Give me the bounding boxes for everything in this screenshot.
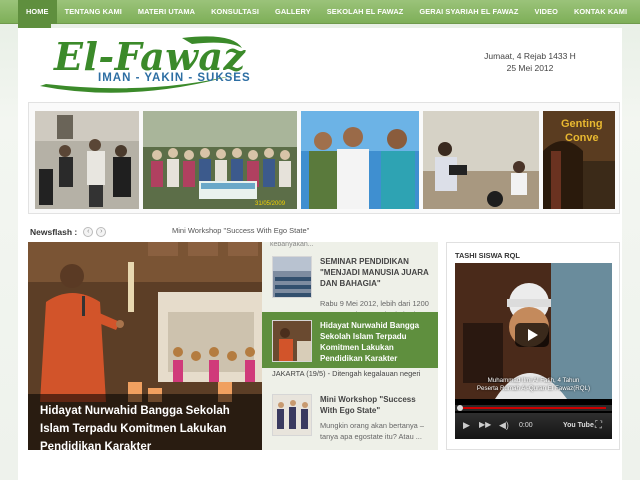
play-icon[interactable]: ▶ [463, 420, 470, 431]
newsflash-text[interactable]: Mini Workshop "Success With Ego State" [172, 226, 309, 235]
video-controls: ▶ ▶▶ ◀) 0:00 You Tube ⛶ [455, 413, 612, 439]
nav-item-materi-utama[interactable]: MATERI UTAMA [130, 0, 203, 24]
top-navigation: HOME TENTANG KAMI MATERI UTAMA KONSULTAS… [0, 0, 640, 24]
video-caption-line-1: Muhammad Ilmi Al Fatih, 4 Tahun [487, 377, 580, 384]
list-item[interactable]: Mini Workshop "Success With Ego State" M… [262, 388, 438, 450]
photo-date-stamp: 31/05/2009 [255, 201, 286, 207]
list-item-active[interactable]: Hidayat Nurwahid Bangga Sekolah Islam Te… [262, 312, 438, 368]
venue-sign-bottom: Conve [565, 132, 599, 144]
date-display: Jumaat, 4 Rejab 1433 H 25 Mei 2012 [470, 50, 590, 74]
nav-item-kontak-kami[interactable]: KONTAK KAMI [566, 0, 635, 24]
site-logo[interactable]: El-Fawaz IMAN - YAKIN - SUKSES [32, 30, 250, 96]
video-caption-line-2: Peserta Rumah Al-Quran El Fawaz(RQL) [476, 385, 591, 392]
newsflash-bar: Newsflash : ‹ › [30, 226, 107, 238]
article-excerpt: JAKARTA (19/5) - Ditengah kegalauan nege… [262, 368, 438, 380]
list-item[interactable]: SEMINAR PENDIDIKAN "MENJADI MANUSIA JUAR… [262, 250, 438, 319]
nav-item-tentang-kami[interactable]: TENTANG KAMI [57, 0, 130, 24]
photo-classroom-icon [423, 111, 539, 209]
video-player[interactable]: Muhammad Ilmi Al Fatih, 4 Tahun Peserta … [455, 263, 612, 439]
photo-group-icon: 31/05/2009 [143, 111, 297, 209]
nav-item-gerai-syariah[interactable]: GERAI SYARIAH EL FAWAZ [411, 0, 526, 24]
seekbar-handle[interactable] [457, 405, 463, 411]
article-excerpt: Mungkin orang akan bertanya – tanya apa … [320, 421, 424, 441]
photo-men-icon [301, 111, 419, 209]
featured-caption[interactable]: Hidayat Nurwahid Bangga Sekolah Islam Te… [28, 394, 262, 450]
photo-venue-icon: Genting Conve [543, 111, 615, 209]
slideshow-photo-3[interactable] [301, 111, 419, 209]
photo-people-icon [35, 111, 139, 209]
thumb-speaker-icon [273, 321, 311, 361]
thumb-workshop-icon [273, 395, 311, 435]
article-title[interactable]: SEMINAR PENDIDIKAN "MENJADI MANUSIA JUAR… [320, 256, 432, 289]
article-title[interactable]: Mini Workshop "Success With Ego State" [320, 394, 432, 416]
newsflash-prev-button[interactable]: ‹ [83, 227, 94, 237]
article-thumbnail[interactable] [272, 394, 312, 436]
article-list-fragment: kebanyakan... [270, 242, 314, 248]
nav-item-konsultasi[interactable]: KONSULTASI [203, 0, 267, 24]
nav-item-home[interactable]: HOME [18, 0, 57, 24]
logo-tagline: IMAN - YAKIN - SUKSES [98, 72, 251, 84]
hijri-date: Jumaat, 4 Rejab 1433 H [484, 51, 576, 61]
photo-slideshow: 31/05/2009 Genting Conve [28, 102, 620, 214]
newsflash-next-button[interactable]: › [96, 227, 107, 237]
article-title[interactable]: Hidayat Nurwahid Bangga Sekolah Islam Te… [320, 320, 432, 364]
volume-icon[interactable]: ◀) [499, 420, 509, 431]
nav-item-sekolah-el-fawaz[interactable]: SEKOLAH EL FAWAZ [319, 0, 412, 24]
slideshow-photo-1[interactable] [35, 111, 139, 209]
slideshow-photo-2[interactable]: 31/05/2009 [143, 111, 297, 209]
youtube-logo[interactable]: You Tube [563, 422, 594, 429]
widget-title: TASHI SISWA RQL [455, 251, 520, 260]
thumb-hall-icon [273, 257, 311, 297]
nav-item-video[interactable]: VIDEO [527, 0, 567, 24]
fullscreen-icon[interactable]: ⛶ [595, 420, 602, 431]
newsflash-label: Newsflash : [30, 227, 78, 237]
article-thumbnail[interactable] [272, 320, 312, 362]
video-frame[interactable]: Muhammad Ilmi Al Fatih, 4 Tahun Peserta … [455, 263, 612, 399]
video-time: 0:00 [519, 422, 533, 429]
article-list: kebanyakan... SEMINAR PENDIDIKAN "MENJAD… [262, 242, 438, 450]
article-thumbnail[interactable] [272, 256, 312, 298]
gregorian-date: 25 Mei 2012 [506, 63, 554, 73]
featured-story[interactable]: Hidayat Nurwahid Bangga Sekolah Islam Te… [28, 242, 262, 450]
nav-item-gallery[interactable]: GALLERY [267, 0, 319, 24]
venue-sign-top: Genting [561, 118, 603, 130]
skip-icon[interactable]: ▶▶ [479, 420, 491, 429]
video-caption: Muhammad Ilmi Al Fatih, 4 Tahun Peserta … [455, 377, 612, 393]
slideshow-photo-4[interactable] [423, 111, 539, 209]
nav-list: HOME TENTANG KAMI MATERI UTAMA KONSULTAS… [0, 0, 640, 24]
video-seekbar[interactable] [455, 405, 612, 411]
video-widget: TASHI SISWA RQL Muhammad Ilmi Al Fatih, … [446, 242, 620, 450]
play-button-icon[interactable] [515, 323, 549, 347]
seekbar-track [461, 407, 606, 409]
slideshow-photo-5[interactable]: Genting Conve [543, 111, 615, 209]
